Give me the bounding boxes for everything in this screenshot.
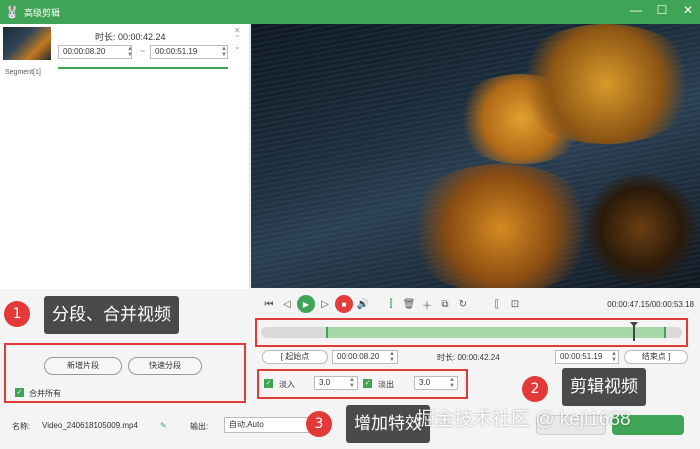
watermark: 掘金技术社区 @ keji1688 xyxy=(416,409,631,430)
split-icon[interactable]: ⫿ xyxy=(383,296,399,312)
annotation-callout-2: 剪辑视频 xyxy=(562,368,646,406)
annotation-badge-3: 3 xyxy=(306,411,332,437)
annotation-badge-1: 1 xyxy=(4,301,30,327)
fade-in-checkbox[interactable]: ✓ xyxy=(264,379,273,388)
add-segment-button[interactable]: 新增片段 xyxy=(44,357,122,375)
fade-out-stepper[interactable]: ▲ ▼ xyxy=(449,377,455,389)
step-back-icon[interactable]: ◁ xyxy=(279,296,295,312)
set-end-label: 结束点 xyxy=(641,352,666,361)
mark-in-out-icon[interactable]: ⟦ xyxy=(489,296,505,312)
minimize-icon[interactable]: — xyxy=(630,3,642,17)
segment-thumbnail[interactable] xyxy=(3,27,51,60)
filename: Video_240618105009.mp4 xyxy=(42,421,138,430)
range-end-input[interactable]: 00:00:51.19 xyxy=(555,350,619,364)
reset-icon[interactable]: ↻ xyxy=(455,296,471,312)
title-bar: 🐰 高级剪辑 — ☐ ✕ xyxy=(0,0,700,24)
timeline-playhead[interactable] xyxy=(630,322,639,341)
set-start-label: 起始点 xyxy=(285,352,310,361)
window-controls: — ☐ ✕ xyxy=(630,3,694,17)
volume-icon[interactable]: 🔊 xyxy=(355,296,371,312)
segment-panel: Segment[1] 时长: 00:00:42.24 00:00:08.20 ▲… xyxy=(0,24,250,289)
video-foliage-4 xyxy=(581,174,700,284)
range-separator: ~ xyxy=(140,46,146,56)
quick-split-button[interactable]: 快速分段 xyxy=(128,357,202,375)
annotation-badge-2: 2 xyxy=(522,376,548,402)
stop-button[interactable]: ■ xyxy=(335,295,353,313)
window-title: 高级剪辑 xyxy=(24,7,61,18)
output-dropdown[interactable]: 自动,Auto xyxy=(224,417,314,433)
annotation-callout-1: 分段、合并视频 xyxy=(44,296,179,334)
range-start-stepper[interactable]: ▲ ▼ xyxy=(389,351,395,363)
play-button[interactable]: ▶ xyxy=(297,295,315,313)
bracket-open-icon: [ xyxy=(280,352,283,361)
delete-icon[interactable]: 🗑 xyxy=(401,296,417,312)
segment-progress-bar xyxy=(58,67,228,69)
segment-actions[interactable]: ✕ ⌃ ⌄ xyxy=(234,27,241,51)
player-controls: ⏮ ◁ ▶ ▷ ■ 🔊 ⫿ 🗑 ＋ ⧉ ↻ ⟦ ⊡ 00:00:47.15/00… xyxy=(251,292,700,316)
merge-all-label: 合并所有 xyxy=(29,389,61,398)
snapshot-icon[interactable]: ⊡ xyxy=(507,296,523,312)
time-readout: 00:00:47.15/00:00:53.18 xyxy=(607,299,694,309)
segment-label: Segment[1] xyxy=(5,69,41,76)
name-label: 名称: xyxy=(12,422,31,431)
timeline-track[interactable] xyxy=(261,322,682,341)
range-duration: 时长: 00:00:42.24 xyxy=(437,353,500,362)
fade-out-label: 淡出 xyxy=(378,380,394,389)
close-icon[interactable]: ✕ xyxy=(682,3,694,17)
video-preview[interactable] xyxy=(251,24,700,288)
fade-in-label: 淡入 xyxy=(279,380,295,389)
fade-out-checkbox[interactable]: ✓ xyxy=(363,379,372,388)
effects-highlight: ✓ 淡入 3.0 ▲ ▼ ✓ 淡出 3.0 ▲ ▼ xyxy=(257,369,468,399)
rename-icon[interactable]: ✎ xyxy=(160,421,167,430)
output-label: 输出: xyxy=(190,422,209,431)
range-end-stepper[interactable]: ▲ ▼ xyxy=(611,351,617,363)
add-icon[interactable]: ＋ xyxy=(419,296,435,312)
range-row: [ 起始点 00:00:08.20 ▲ ▼ 时长: 00:00:42.24 00:… xyxy=(262,349,688,365)
segment-end-stepper[interactable]: ▲ ▼ xyxy=(221,46,227,58)
timeline-selection[interactable] xyxy=(325,327,667,338)
skip-start-icon[interactable]: ⏮ xyxy=(261,296,277,312)
segment-end-input[interactable]: 00:00:51.19 xyxy=(150,45,228,59)
segment-controls-highlight: 新增片段 快速分段 ✓ 合并所有 xyxy=(4,343,246,403)
video-foliage-3 xyxy=(401,164,601,288)
maximize-icon[interactable]: ☐ xyxy=(656,3,668,17)
merge-all-checkbox[interactable]: ✓ xyxy=(15,388,24,397)
segment-duration: 时长: 00:00:42.24 xyxy=(95,32,166,42)
copy-icon[interactable]: ⧉ xyxy=(437,296,453,312)
app-logo-icon: 🐰 xyxy=(4,5,20,19)
step-forward-icon[interactable]: ▷ xyxy=(317,296,333,312)
set-start-button[interactable]: [ 起始点 xyxy=(262,350,328,364)
fade-in-stepper[interactable]: ▲ ▼ xyxy=(349,377,355,389)
segment-start-input[interactable]: 00:00:08.20 xyxy=(58,45,132,59)
set-end-button[interactable]: 结束点 ] xyxy=(624,350,688,364)
bracket-close-icon: ] xyxy=(668,352,671,361)
video-foliage-2 xyxy=(511,24,700,144)
timeline-highlight xyxy=(255,318,688,347)
segment-start-stepper[interactable]: ▲ ▼ xyxy=(127,46,133,58)
